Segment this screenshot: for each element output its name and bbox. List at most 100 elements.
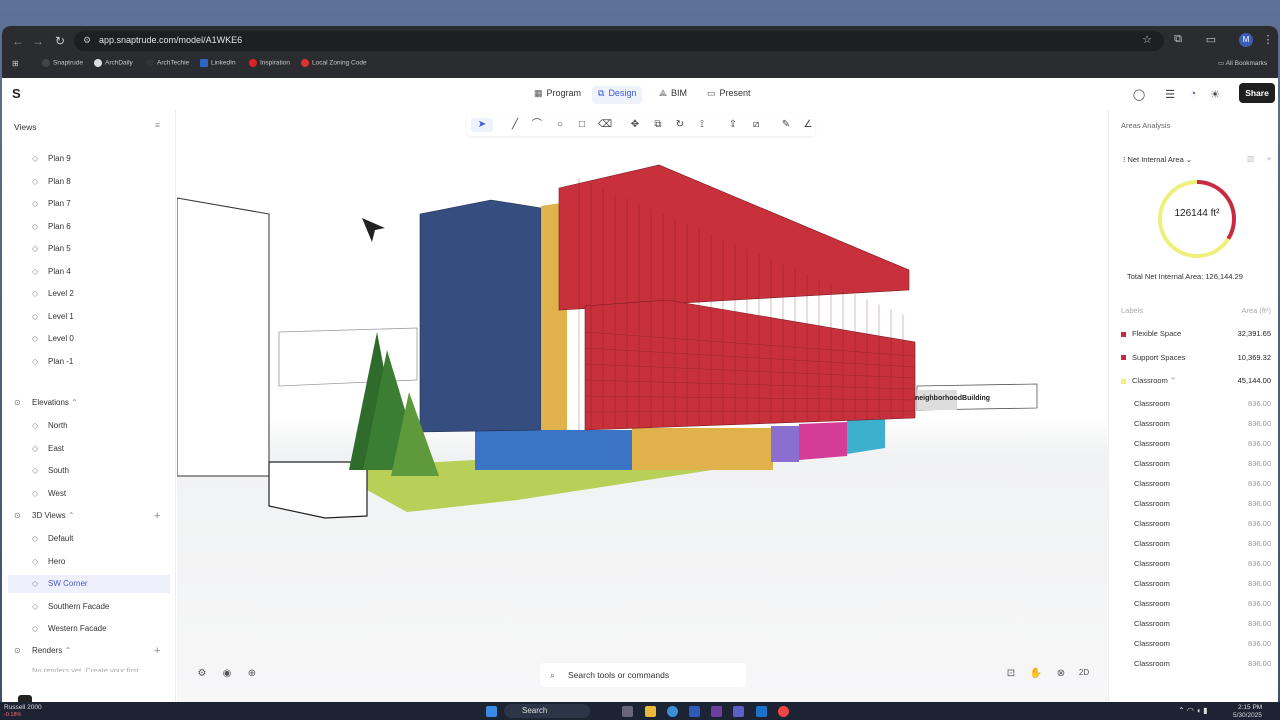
elevation-item-south[interactable]: ◇ South	[28, 462, 172, 480]
snaptrude-logo[interactable]: S	[12, 86, 24, 101]
list-icon[interactable]: ☰	[1163, 88, 1177, 101]
toggle-2d[interactable]: 2D	[1077, 668, 1091, 677]
metric-select[interactable]: ⁝ Net Internal Area ⌄	[1123, 155, 1192, 164]
share-button[interactable]: Share	[1239, 83, 1275, 103]
classroom-row[interactable]: Classroom 836.00	[1134, 634, 1271, 654]
tab-search-icon[interactable]: ▭	[1203, 33, 1219, 46]
outlook-icon[interactable]	[756, 706, 767, 717]
paint-tool-icon[interactable]: ✎	[779, 118, 793, 132]
bookmark-snaptrude[interactable]: Snaptrude	[42, 59, 83, 67]
address-bar[interactable]: ⚙ app.snaptrude.com/model/A1WKE6	[74, 31, 1164, 51]
view-item-level-1[interactable]: ◇ Level 1	[28, 308, 172, 326]
pan-hand-icon[interactable]: ✋	[1029, 668, 1043, 679]
reload-icon[interactable]: ↻	[50, 33, 70, 49]
arc-tool-icon[interactable]: ⌒	[530, 118, 544, 132]
forward-icon[interactable]: →	[28, 33, 48, 49]
analysis-icon[interactable]: ◔	[1186, 88, 1200, 100]
menu-icon[interactable]: ⋮	[1260, 33, 1276, 46]
circle-tool-icon[interactable]: ○	[553, 118, 567, 132]
copy-tool-icon[interactable]: ⧉	[651, 118, 665, 132]
renders-section[interactable]: ⊙ Renders ⌃	[14, 642, 71, 660]
apps-icon[interactable]: ⊞	[12, 59, 19, 68]
teams-icon[interactable]	[733, 706, 744, 717]
taskbar-search[interactable]: Search	[504, 704, 590, 718]
3d-view-item-southern-facade[interactable]: ◇ Southern Facade	[28, 598, 172, 616]
move-tool-icon[interactable]: ✥	[628, 118, 642, 132]
classroom-row[interactable]: Classroom 836.00	[1134, 474, 1271, 494]
zoom-icon[interactable]: ⊕	[245, 668, 259, 679]
start-icon[interactable]	[486, 706, 497, 717]
filter-icon[interactable]: ≡	[155, 120, 160, 130]
label-row-flexible-space[interactable]: Flexible Space 32,391.65	[1121, 326, 1271, 342]
classroom-row[interactable]: Classroom 836.00	[1134, 614, 1271, 634]
slice-tool-icon[interactable]: ⧄	[749, 118, 763, 132]
orbit-icon[interactable]: ⊗	[1054, 668, 1068, 679]
3d-view-item-sw-corner[interactable]: ◇ SW Corner	[8, 575, 170, 593]
zoom-extents-icon[interactable]: ⊡	[1004, 668, 1018, 679]
3d-view-item-western-facade[interactable]: ◇ Western Facade	[28, 620, 172, 638]
classroom-row[interactable]: Classroom 836.00	[1134, 434, 1271, 454]
elevation-item-north[interactable]: ◇ North	[28, 417, 172, 435]
view-item-plan-6[interactable]: ◇ Plan 6	[28, 218, 172, 236]
tab-design[interactable]: ⧉ Design	[592, 86, 643, 104]
3d-viewport[interactable]: neighborhoodBuilding ➤ ╱ ⌒ ○ □ ⌫ ✥ ⧉ ↻ ⟟…	[177, 110, 1109, 702]
view-item-plan-9[interactable]: ◇ Plan 9	[28, 150, 172, 168]
app-r-icon[interactable]	[689, 706, 700, 717]
view-item-plan--1[interactable]: ◇ Plan -1	[28, 353, 172, 371]
bookmark-linkedin[interactable]: LinkedIn	[200, 59, 236, 67]
add-render-icon[interactable]: +	[154, 645, 160, 657]
view-item-level-0[interactable]: ◇ Level 0	[28, 330, 172, 348]
tray-icons[interactable]: ⌃ ◠ ◖ ▮	[1178, 706, 1208, 715]
settings-icon[interactable]: ⚙	[195, 668, 209, 679]
stock-ticker[interactable]: Russell 2000	[4, 704, 42, 711]
classroom-row[interactable]: Classroom 836.00	[1134, 494, 1271, 514]
classroom-row[interactable]: Classroom 836.00	[1134, 414, 1271, 434]
options-icon[interactable]: ≡	[1267, 154, 1271, 163]
3d-view-item-hero[interactable]: ◇ Hero	[28, 553, 172, 571]
classroom-row[interactable]: Classroom 836.00	[1134, 394, 1271, 414]
site-info-icon[interactable]: ⚙	[83, 35, 91, 46]
rectangle-tool-icon[interactable]: □	[575, 118, 589, 132]
elevation-item-west[interactable]: ◇ West	[28, 485, 172, 503]
classroom-row[interactable]: Classroom 836.00	[1134, 534, 1271, 554]
tab-bim[interactable]: ⟁ BIM	[653, 86, 693, 104]
view-item-plan-7[interactable]: ◇ Plan 7	[28, 195, 172, 213]
select-tool-icon[interactable]: ➤	[471, 118, 493, 132]
view-item-plan-8[interactable]: ◇ Plan 8	[28, 173, 172, 191]
classroom-row[interactable]: Classroom 836.00	[1134, 594, 1271, 614]
extensions-icon[interactable]: ⧉	[1170, 33, 1186, 46]
view-item-plan-5[interactable]: ◇ Plan 5	[28, 240, 172, 258]
chart-icon[interactable]: ▥	[1247, 154, 1254, 163]
view-item-level-2[interactable]: ◇ Level 2	[28, 285, 172, 303]
classroom-row[interactable]: Classroom 836.00	[1134, 554, 1271, 574]
sun-icon[interactable]: ☀	[1208, 88, 1222, 101]
label-row-classroom[interactable]: Classroom ⌃ 45,144.00	[1121, 373, 1271, 389]
app-purple-icon[interactable]	[711, 706, 722, 717]
classroom-row[interactable]: Classroom 836.00	[1134, 654, 1271, 674]
line-tool-icon[interactable]: ╱	[508, 118, 522, 132]
edge-icon[interactable]	[667, 706, 678, 717]
terminal-icon[interactable]	[18, 695, 32, 702]
classroom-row[interactable]: Classroom 836.00	[1134, 454, 1271, 474]
tab-program[interactable]: ▦ Program	[528, 86, 587, 104]
bookmark-local-zoning[interactable]: Local Zoning Code	[301, 59, 367, 67]
back-icon[interactable]: ←	[8, 33, 28, 49]
rotate-tool-icon[interactable]: ↻	[673, 118, 687, 132]
flip-tool-icon[interactable]: ⟟	[695, 118, 709, 132]
comment-icon[interactable]: ◯	[1132, 88, 1146, 101]
3d-view-item-default[interactable]: ◇ Default	[28, 530, 172, 548]
visibility-icon[interactable]: ◉	[220, 668, 234, 679]
view-item-plan-4[interactable]: ◇ Plan 4	[28, 263, 172, 281]
bookmark-archdaily[interactable]: ArchDaily	[94, 59, 133, 67]
task-view-icon[interactable]	[622, 706, 633, 717]
measure-tool-icon[interactable]: ∠	[801, 118, 815, 132]
label-row-support-spaces[interactable]: Support Spaces 10,369.32	[1121, 350, 1271, 366]
bookmark-archtechie[interactable]: ArchTechie	[146, 59, 189, 67]
add-view-icon[interactable]: +	[154, 510, 160, 522]
extrude-tool-icon[interactable]: ⇪	[726, 118, 740, 132]
file-explorer-icon[interactable]	[645, 706, 656, 717]
tab-present[interactable]: ▭ Present	[701, 86, 757, 104]
chrome-icon[interactable]	[778, 706, 789, 717]
eraser-tool-icon[interactable]: ⌫	[598, 118, 612, 132]
profile-avatar[interactable]: M	[1239, 33, 1253, 47]
